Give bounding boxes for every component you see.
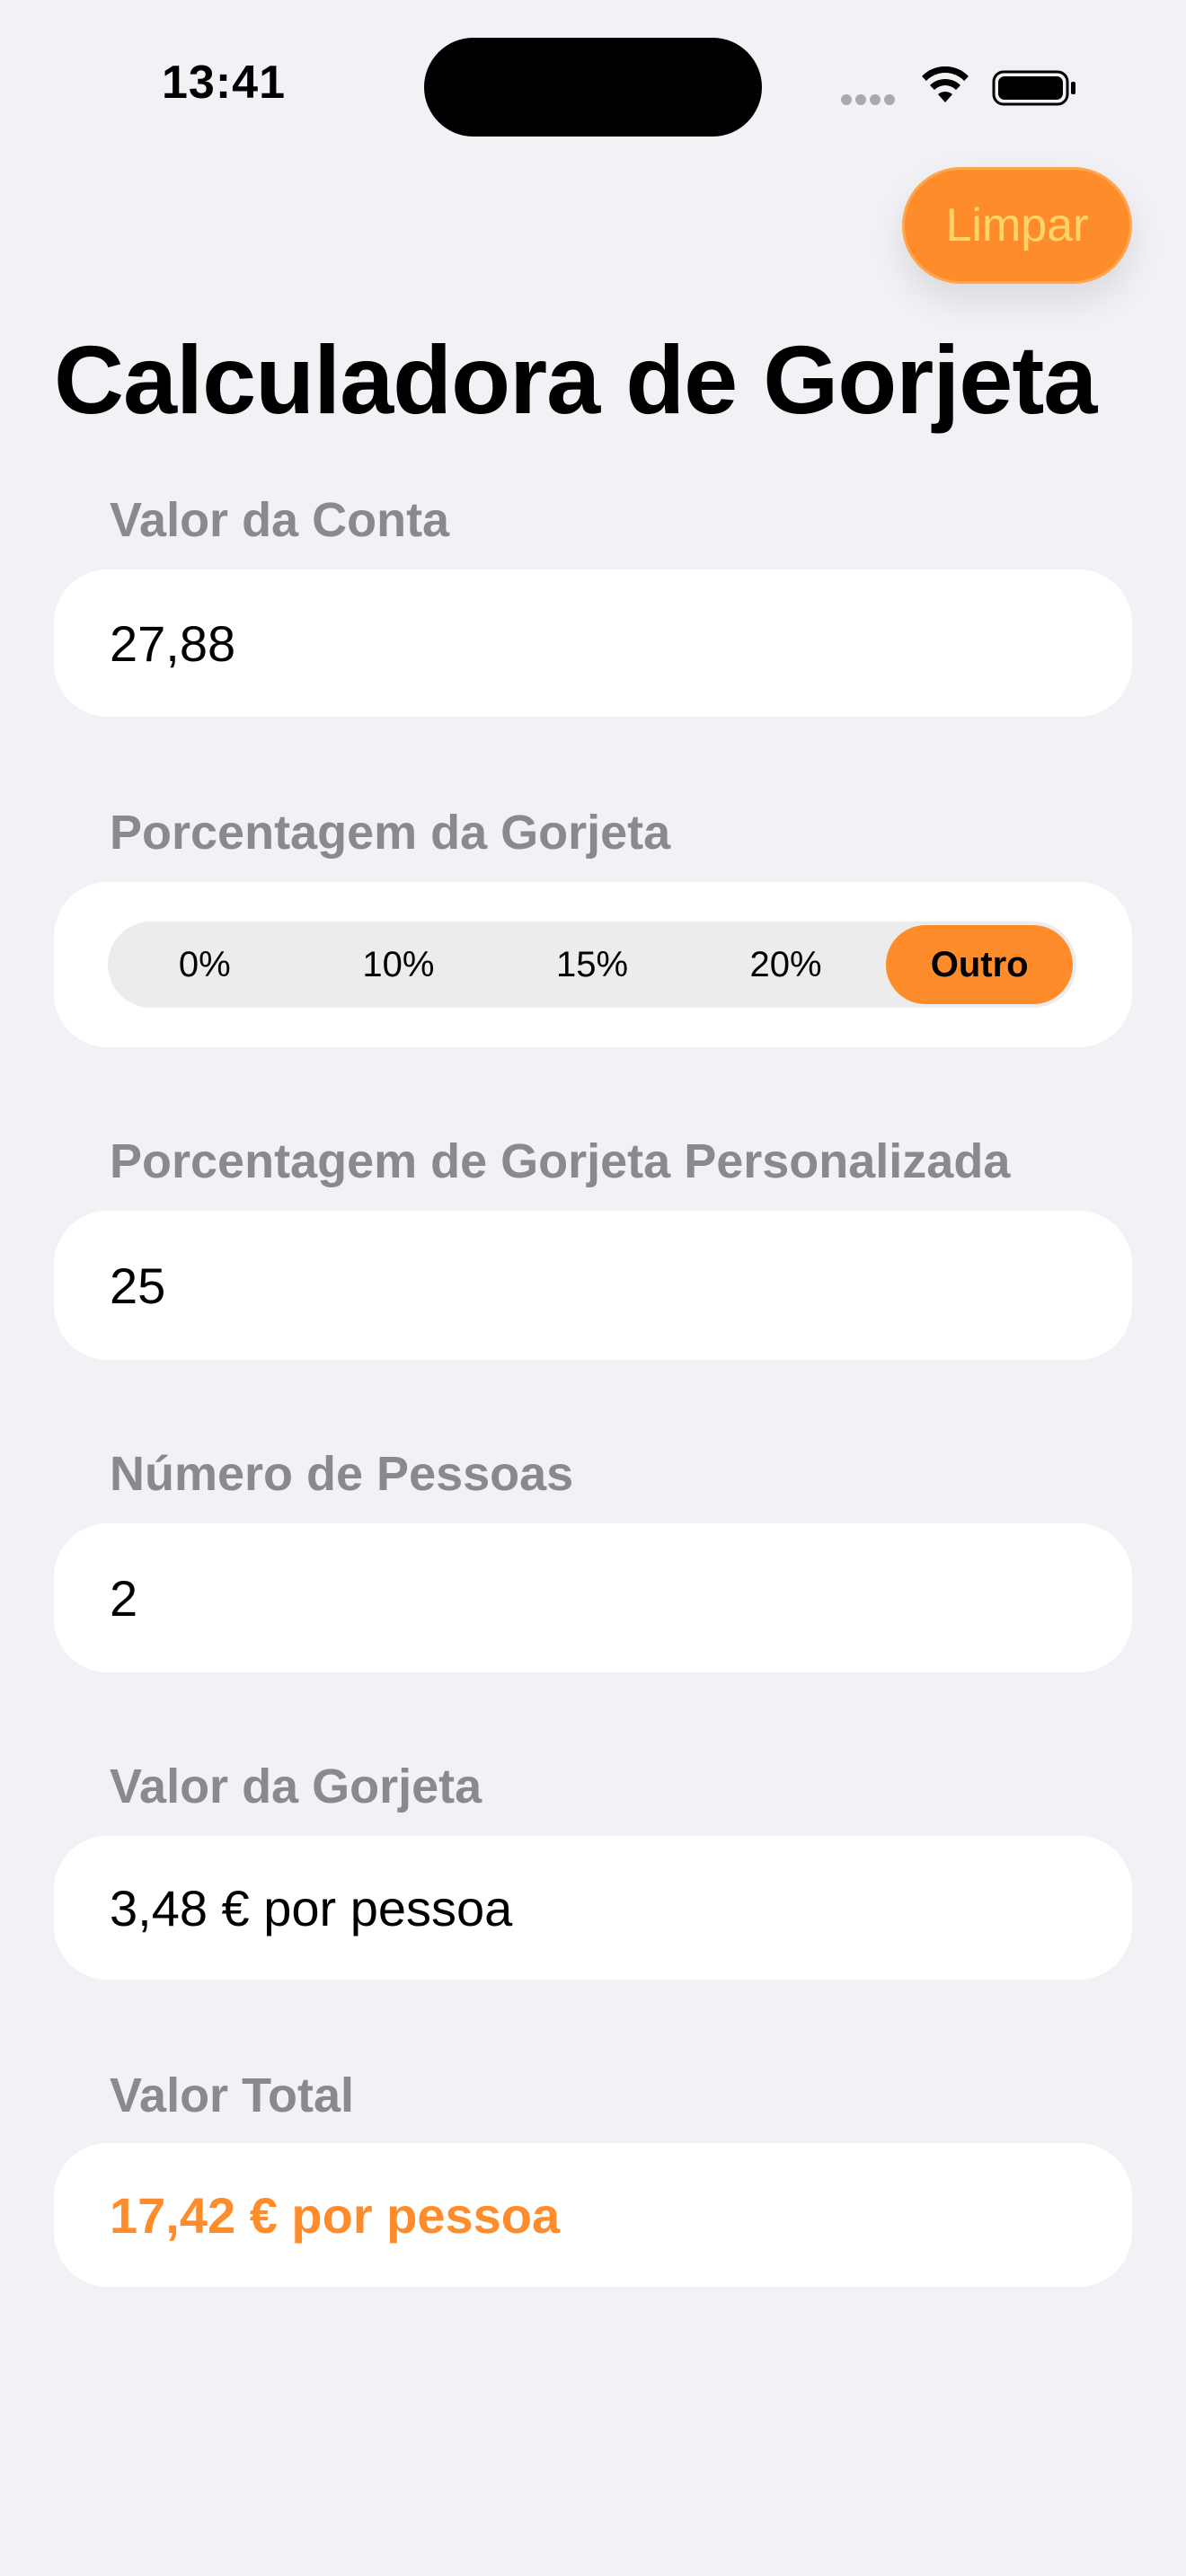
app-screen: 13:41 Limpar Calculadora de Gorjeta Valo… (0, 0, 1186, 2576)
tip-percentage-card: 0% 10% 15% 20% Outro (54, 882, 1132, 1047)
tip-percentage-label: Porcentagem da Gorjeta (110, 806, 671, 860)
tip-option-other[interactable]: Outro (886, 925, 1073, 1004)
cellular-signal-icon (841, 93, 900, 106)
tip-option-15[interactable]: 15% (499, 925, 686, 1004)
status-time: 13:41 (162, 57, 286, 109)
custom-tip-card (54, 1211, 1132, 1360)
custom-tip-label: Porcentagem de Gorjeta Personalizada (110, 1134, 1011, 1188)
total-amount-label: Valor Total (110, 2069, 355, 2122)
custom-tip-input[interactable] (110, 1211, 1080, 1360)
tip-option-10[interactable]: 10% (305, 925, 492, 1004)
tip-option-0[interactable]: 0% (111, 925, 298, 1004)
people-count-card (54, 1523, 1132, 1672)
people-count-label: Número de Pessoas (110, 1447, 574, 1501)
total-amount-card: 17,42 € por pessoa (54, 2143, 1132, 2287)
bill-amount-label: Valor da Conta (110, 493, 450, 547)
tip-option-20[interactable]: 20% (693, 925, 880, 1004)
tip-amount-label: Valor da Gorjeta (110, 1760, 482, 1813)
bill-amount-card (54, 569, 1132, 717)
tip-amount-value: 3,48 € por pessoa (110, 1879, 513, 1936)
tip-amount-card: 3,48 € por pessoa (54, 1836, 1132, 1980)
dynamic-island (424, 38, 762, 137)
total-amount-value: 17,42 € por pessoa (110, 2186, 561, 2244)
page-title: Calculadora de Gorjeta (54, 325, 1097, 434)
people-count-input[interactable] (110, 1523, 1080, 1672)
bill-amount-input[interactable] (110, 569, 1080, 717)
tip-percentage-segmented-control: 0% 10% 15% 20% Outro (108, 922, 1076, 1008)
battery-icon (992, 70, 1075, 106)
clear-button[interactable]: Limpar (902, 167, 1132, 284)
wifi-icon (922, 66, 969, 102)
